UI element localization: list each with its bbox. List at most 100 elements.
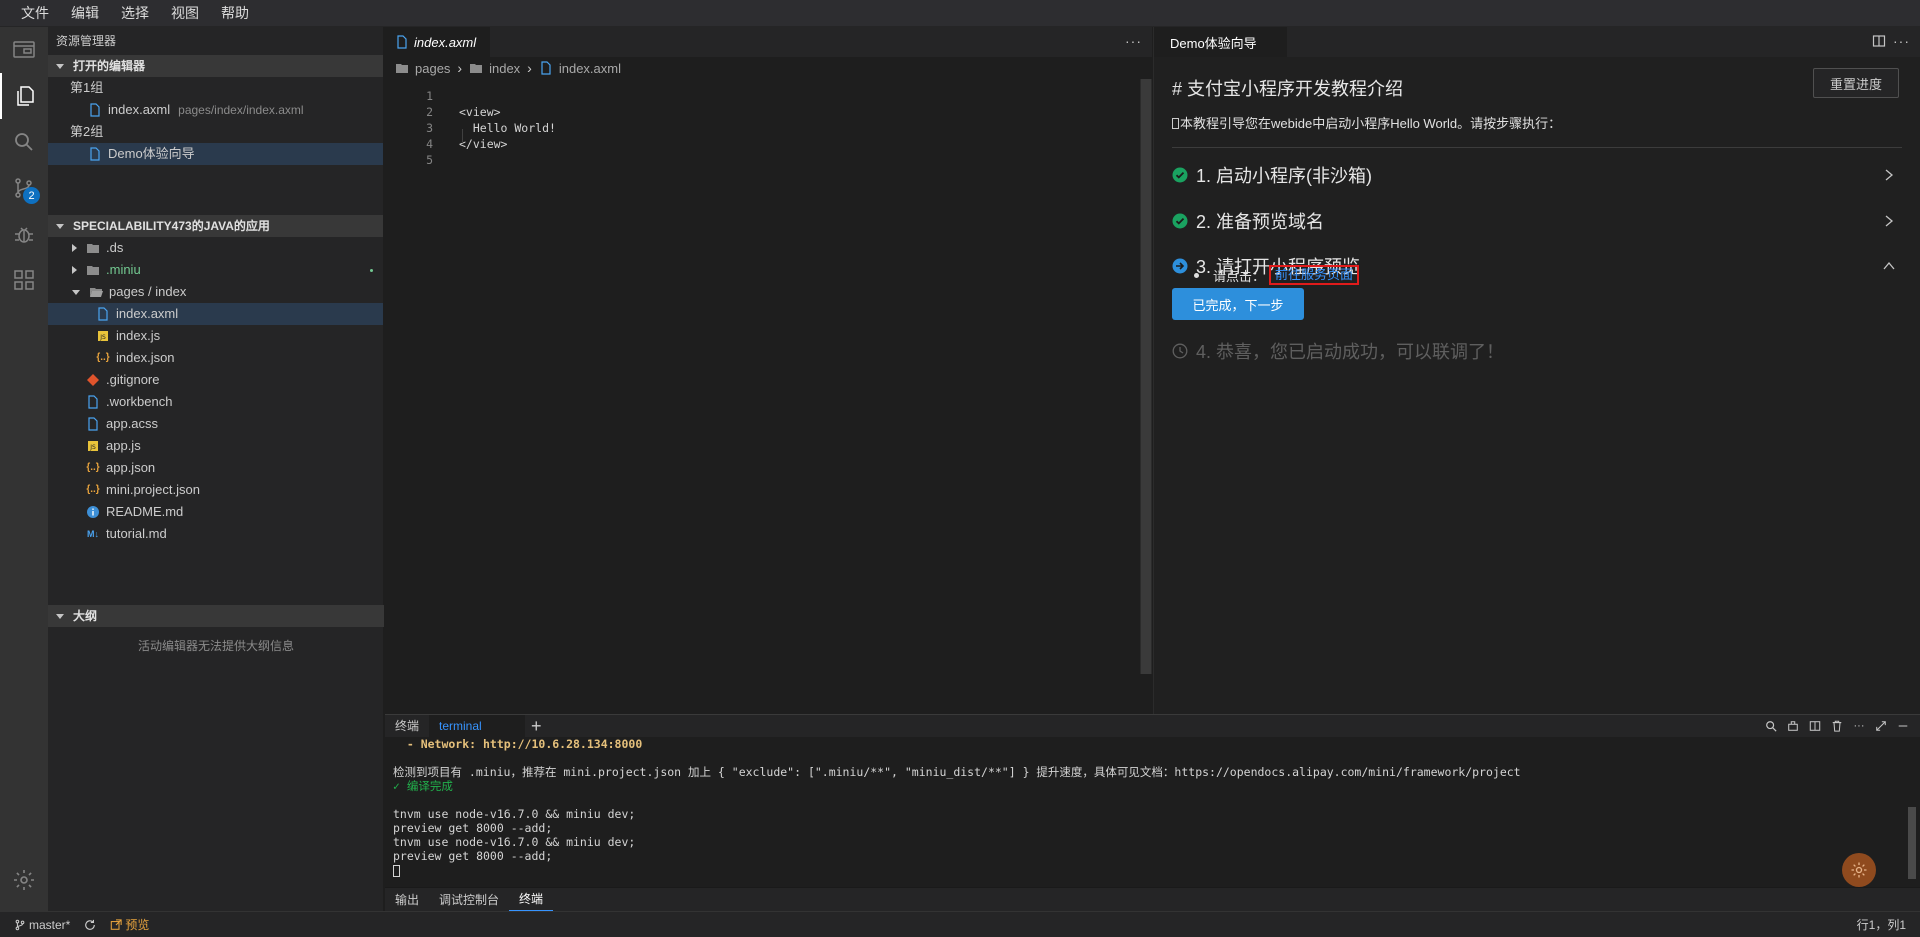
step-1[interactable]: 1. 启动小程序(非沙箱)	[1172, 160, 1902, 190]
preview-label: 预览	[125, 918, 150, 932]
line-number: 4	[426, 137, 433, 151]
reset-progress-button[interactable]: 重置进度	[1813, 68, 1899, 98]
menu-help[interactable]: 帮助	[210, 0, 260, 27]
source-control-icon[interactable]: 2	[0, 165, 48, 211]
breadcrumb-item[interactable]: index	[489, 61, 520, 76]
branch-indicator[interactable]: master*	[14, 918, 70, 932]
debug-icon[interactable]	[0, 211, 48, 257]
more-actions-icon[interactable]: ···	[1893, 27, 1910, 55]
line-number: 5	[426, 153, 433, 167]
tree-item-ds[interactable]: .ds	[48, 237, 383, 259]
terminal-settings-icon[interactable]	[1786, 719, 1800, 733]
tab-debug-console[interactable]: 调试控制台	[429, 889, 509, 911]
outline-header[interactable]: 大纲	[48, 605, 384, 627]
open-editor-index-axml[interactable]: index.axml pages/index/index.axml	[48, 99, 383, 121]
more-actions-icon[interactable]: ···	[1852, 719, 1866, 733]
split-terminal-icon[interactable]	[1808, 719, 1822, 733]
chevron-up-icon	[1883, 261, 1895, 270]
preview-status[interactable]: 预览	[110, 916, 149, 933]
tree-item-label: .miniu	[106, 262, 141, 277]
code-line: 1	[385, 88, 1135, 104]
extensions-icon[interactable]	[0, 257, 48, 303]
tree-item-label: app.acss	[106, 416, 159, 431]
menu-edit[interactable]: 编辑	[60, 0, 110, 27]
search-icon[interactable]	[0, 119, 48, 165]
tree-item-app-js[interactable]: JS app.js	[48, 435, 383, 457]
explorer-sidebar: 资源管理器 打开的编辑器 第1组 index.axml pages/index/…	[48, 27, 384, 911]
terminal-line: ✓ 编译完成	[393, 779, 453, 793]
next-step-button[interactable]: 已完成，下一步	[1172, 288, 1304, 320]
bullet	[1194, 272, 1199, 278]
tree-item-index-js[interactable]: JS index.js	[48, 325, 383, 347]
tree-item-tutorial-md[interactable]: M↓ tutorial.md	[48, 523, 383, 545]
code-area[interactable]: 1 2 <view> 3 Hello World! 4 </view> 5	[385, 88, 1135, 168]
file-icon	[88, 103, 102, 117]
open-editors-header[interactable]: 打开的编辑器	[48, 55, 383, 77]
breadcrumb-item[interactable]: pages	[415, 61, 450, 76]
menu-file[interactable]: 文件	[10, 0, 60, 27]
tree-item-miniu[interactable]: .miniu	[48, 259, 383, 281]
tree-item-workbench[interactable]: .workbench	[48, 391, 383, 413]
panel-title: 终端	[395, 719, 420, 733]
terminal-scrollbar[interactable]	[1908, 807, 1916, 879]
tree-item-app-acss[interactable]: app.acss	[48, 413, 383, 435]
open-editor-demo-guide[interactable]: Demo体验向导	[48, 143, 383, 165]
tab-index-axml[interactable]: index.axml	[385, 27, 491, 57]
group-label: 第1组	[70, 80, 104, 95]
project-header[interactable]: SPECIALABILITY473的JAVA的应用	[48, 215, 383, 237]
tree-item-pages-index[interactable]: pages / index	[48, 281, 383, 303]
scrollbar-thumb[interactable]	[1141, 79, 1151, 674]
tree-item-label: app.js	[106, 438, 141, 453]
add-terminal-icon[interactable]: +	[525, 715, 548, 737]
guide-content: # 支付宝小程序开发教程介绍 重置进度 本教程引导您在webide中启动小程序H…	[1154, 57, 1920, 714]
trash-icon[interactable]	[1830, 719, 1844, 733]
breadcrumb-item[interactable]: index.axml	[559, 61, 621, 76]
tree-item-readme[interactable]: README.md	[48, 501, 383, 523]
tree-item-label: index.axml	[116, 306, 179, 321]
tree-item-gitignore[interactable]: .gitignore	[48, 369, 383, 391]
file-icon	[539, 61, 553, 75]
split-editor-icon[interactable]	[1872, 34, 1886, 48]
sync-icon[interactable]	[84, 919, 96, 931]
tab-label: Demo体验向导	[1170, 35, 1257, 51]
file-icon	[86, 417, 100, 431]
code-line: 2 <view>	[385, 104, 1135, 120]
settings-gear-icon[interactable]	[0, 857, 48, 903]
close-panel-icon[interactable]	[1896, 719, 1910, 733]
tree-item-index-json[interactable]: {..} index.json	[48, 347, 383, 369]
tab-terminal[interactable]: 终端	[509, 888, 554, 911]
terminal-output[interactable]: - Network: http://10.6.28.134:8000 检测到项目…	[393, 737, 1893, 877]
json-file-icon: {..}	[96, 352, 110, 363]
cursor-position[interactable]: 行1，列1	[1857, 916, 1906, 933]
tree-item-app-json[interactable]: {..} app.json	[48, 457, 383, 479]
search-icon[interactable]	[1764, 719, 1778, 733]
js-file-icon: JS	[96, 329, 110, 343]
check-circle-icon	[1172, 213, 1188, 229]
terminal-instance-tab[interactable]: terminal	[429, 715, 526, 737]
modified-dot	[370, 268, 373, 272]
step-4[interactable]: 4. 恭喜，您已启动成功，可以联调了！	[1172, 336, 1902, 366]
tab-output[interactable]: 输出	[385, 889, 429, 911]
menu-view[interactable]: 视图	[160, 0, 210, 27]
tab-demo-guide[interactable]: Demo体验向导	[1154, 27, 1287, 57]
explorer-icon[interactable]	[0, 73, 48, 119]
terminal-line: 检测到项目有 .miniu，推荐在 mini.project.json 加上 {…	[393, 765, 1521, 779]
markdown-icon: M↓	[87, 529, 99, 539]
chevron-down-icon	[56, 613, 64, 619]
tree-item-index-axml[interactable]: index.axml	[48, 303, 383, 325]
check-circle-icon	[1172, 167, 1188, 183]
more-actions-icon[interactable]: ···	[1125, 27, 1142, 55]
remote-explorer-icon[interactable]	[0, 27, 48, 73]
guide-tabbar: Demo体验向导 ···	[1154, 27, 1920, 57]
maximize-panel-icon[interactable]	[1874, 719, 1888, 733]
demo-guide-pane: Demo体验向导 ··· # 支付宝小程序开发教程介绍 重置进度 本教程引导您在…	[1153, 27, 1920, 714]
missing-glyph-icon	[1172, 118, 1179, 129]
editor-scrollbar[interactable]	[1140, 79, 1152, 674]
menu-selection[interactable]: 选择	[110, 0, 160, 27]
floating-settings-gear-icon[interactable]	[1842, 853, 1876, 887]
code-editor: index.axml ··· pages › index › index.axm…	[385, 27, 1152, 714]
editor-tabbar: index.axml ···	[385, 27, 1152, 57]
step-2[interactable]: 2. 准备预览域名	[1172, 206, 1902, 236]
service-page-link[interactable]: 前往服务页面	[1269, 265, 1360, 285]
tree-item-mini-project-json[interactable]: {..} mini.project.json	[48, 479, 383, 501]
